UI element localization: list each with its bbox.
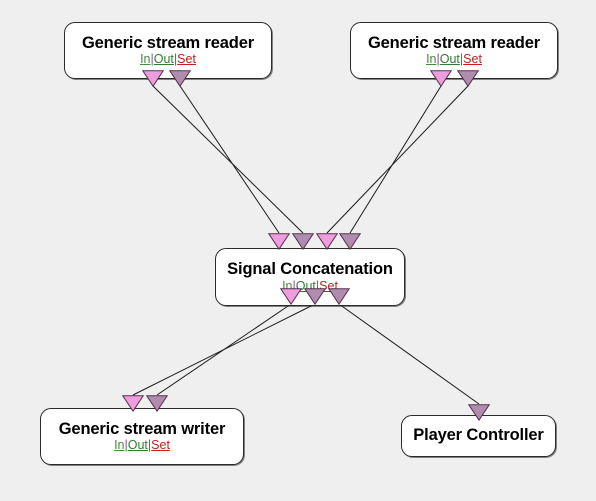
port-marker-concat-out-2[interactable] [303,288,327,306]
port-label-in[interactable]: In [140,52,150,66]
port-marker-concat-in-1[interactable] [267,233,291,251]
port-marker-reader-right-out[interactable] [429,70,453,88]
node-port-labels[interactable]: In|Out|Set [426,53,482,66]
port-marker-player-in[interactable] [467,404,491,422]
triangle-marker-icon [315,233,339,251]
triangle-marker-icon [267,233,291,251]
port-label-set[interactable]: Set [463,52,482,66]
triangle-marker-icon [145,395,169,413]
port-label-set[interactable]: Set [177,52,196,66]
node-player-controller[interactable]: Player Controller [401,415,556,457]
port-marker-reader-left-set[interactable] [168,70,192,88]
port-marker-concat-in-2[interactable] [291,233,315,251]
triangle-marker-icon [327,288,351,306]
port-label-in[interactable]: In [114,438,124,452]
node-port-labels[interactable]: In|Out|Set [114,439,170,452]
triangle-marker-icon [467,404,491,422]
port-marker-reader-right-set[interactable] [456,70,480,88]
port-label-set[interactable]: Set [151,438,170,452]
triangle-marker-icon [279,288,303,306]
node-title: Generic stream writer [58,419,226,438]
triangle-marker-icon [456,70,480,88]
triangle-marker-icon [141,70,165,88]
triangle-marker-icon [338,233,362,251]
node-generic-stream-writer[interactable]: Generic stream writer In|Out|Set [40,408,244,465]
triangle-marker-icon [429,70,453,88]
port-marker-concat-in-4[interactable] [338,233,362,251]
port-marker-reader-left-out[interactable] [141,70,165,88]
node-layer: Generic stream reader In|Out|Set Generic s… [0,0,596,501]
triangle-marker-icon [121,395,145,413]
flow-graph-canvas[interactable]: Generic stream reader In|Out|Set Generic s… [0,0,596,501]
triangle-marker-icon [303,288,327,306]
port-marker-writer-in-1[interactable] [121,395,145,413]
triangle-marker-icon [168,70,192,88]
port-marker-concat-out-1[interactable] [279,288,303,306]
node-port-labels[interactable]: In|Out|Set [140,53,196,66]
port-marker-writer-in-2[interactable] [145,395,169,413]
node-title: Player Controller [413,426,544,445]
node-title: Generic stream reader [367,33,541,52]
port-label-out[interactable]: Out [440,52,460,66]
node-title: Generic stream reader [81,33,255,52]
port-marker-concat-in-3[interactable] [315,233,339,251]
port-label-in[interactable]: In [426,52,436,66]
node-title: Signal Concatenation [227,260,393,279]
triangle-marker-icon [291,233,315,251]
port-label-out[interactable]: Out [128,438,148,452]
node-generic-stream-reader-right[interactable]: Generic stream reader In|Out|Set [350,22,558,79]
port-marker-concat-out-3[interactable] [327,288,351,306]
node-generic-stream-reader-left[interactable]: Generic stream reader In|Out|Set [64,22,272,79]
port-label-out[interactable]: Out [154,52,174,66]
